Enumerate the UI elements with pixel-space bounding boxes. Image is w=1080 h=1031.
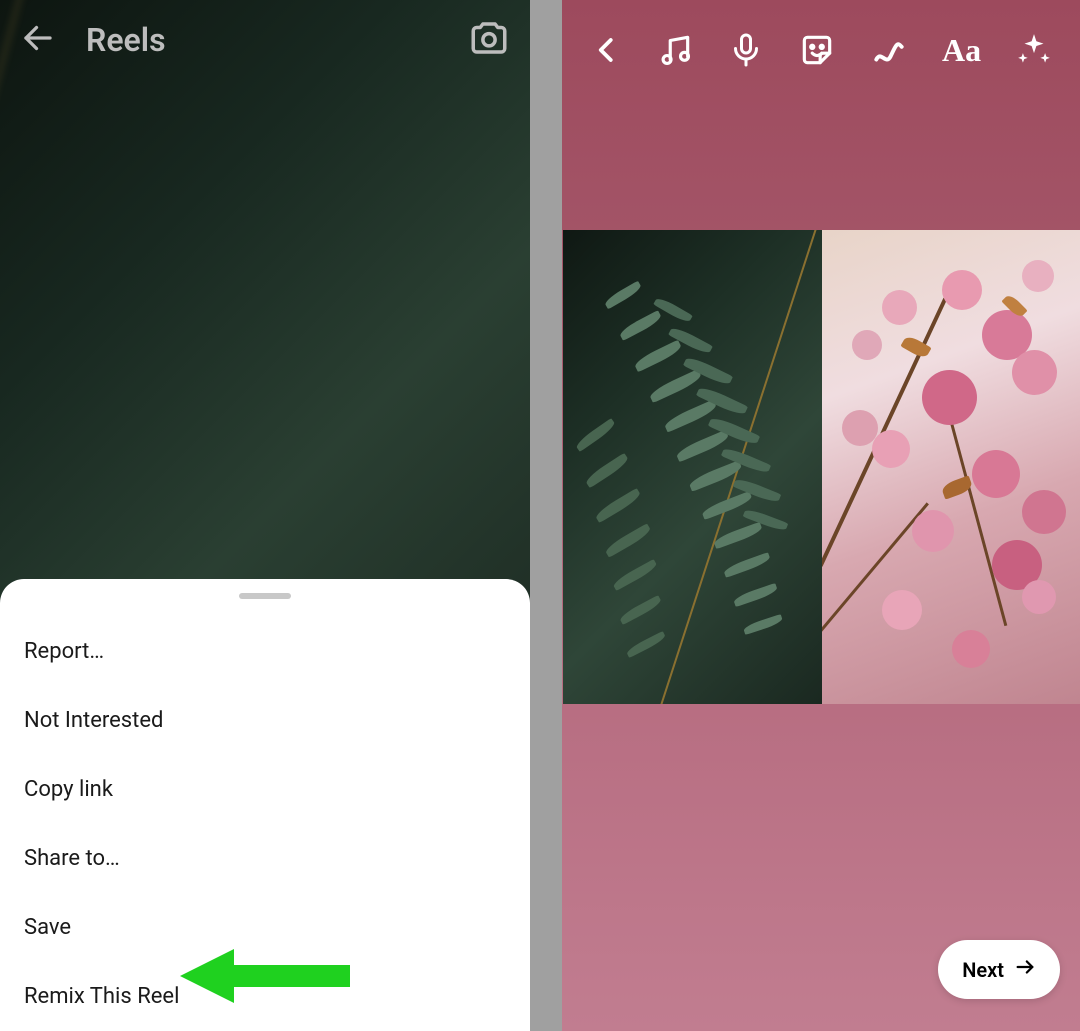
remix-user-clip [822, 230, 1080, 704]
back-arrow-icon[interactable] [20, 20, 56, 60]
text-tool-icon[interactable]: Aa [942, 32, 981, 69]
remix-editor-screen: Aa [562, 0, 1080, 1031]
camera-icon[interactable] [468, 17, 510, 63]
sheet-item-not-interested[interactable]: Not Interested [0, 686, 530, 755]
action-sheet: Report… Not Interested Copy link Share t… [0, 579, 530, 1031]
arrow-right-icon [1014, 956, 1036, 983]
music-icon[interactable] [656, 31, 694, 69]
reels-title: Reels [86, 21, 166, 59]
microphone-icon[interactable] [728, 32, 764, 68]
sheet-item-share-to[interactable]: Share to… [0, 824, 530, 893]
back-chevron-icon[interactable] [592, 35, 622, 65]
next-button-label: Next [962, 958, 1004, 982]
sheet-item-report[interactable]: Report… [0, 617, 530, 686]
editor-toolbar: Aa [562, 0, 1080, 100]
draw-icon[interactable] [870, 31, 908, 69]
screens-divider [530, 0, 562, 1031]
remix-original-clip [563, 230, 822, 704]
remix-split-preview [563, 230, 1080, 704]
sticker-icon[interactable] [798, 31, 836, 69]
sheet-item-save[interactable]: Save [0, 893, 530, 962]
sheet-item-copy-link[interactable]: Copy link [0, 755, 530, 824]
reels-header: Reels [0, 0, 530, 80]
sparkle-icon[interactable] [1015, 31, 1053, 69]
sheet-item-remix-this-reel[interactable]: Remix This Reel [0, 962, 530, 1031]
sheet-drag-handle[interactable] [239, 593, 291, 599]
next-button[interactable]: Next [938, 940, 1060, 999]
reels-screen: Reels Report… Not Interested Copy link S… [0, 0, 530, 1031]
